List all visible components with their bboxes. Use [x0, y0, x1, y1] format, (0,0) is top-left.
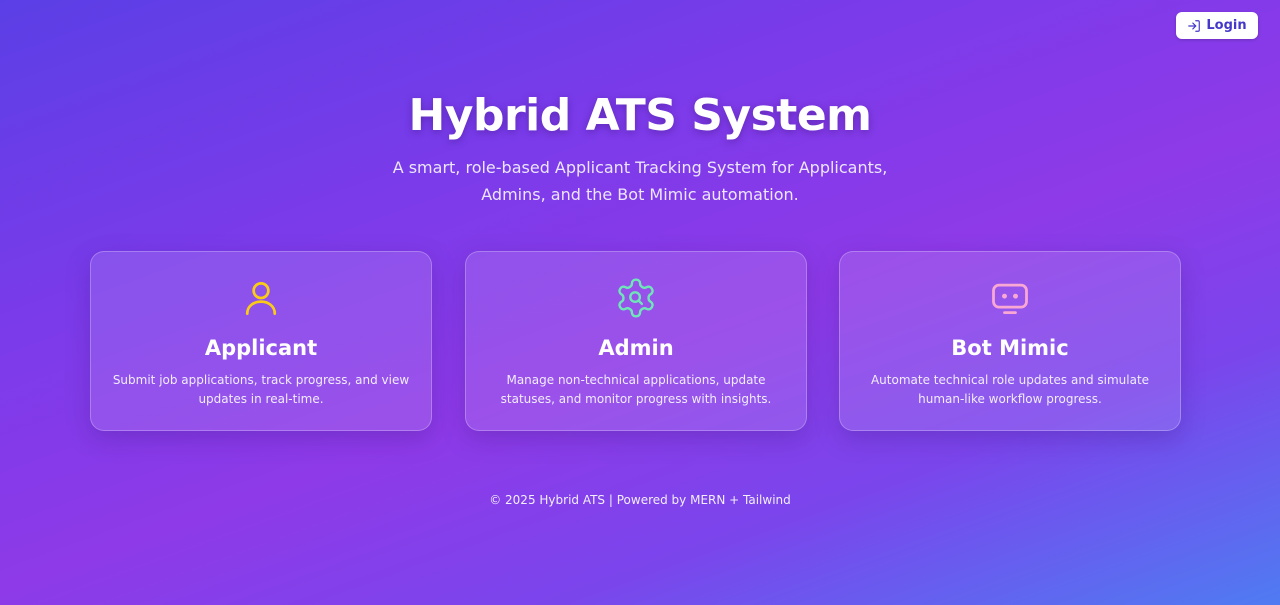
user-icon	[91, 276, 431, 320]
bot-mimic-card-description: Automate technical role updates and simu…	[870, 373, 1150, 406]
footer-text: © 2025 Hybrid ATS | Powered by MERN + Ta…	[489, 493, 791, 507]
page-title: Hybrid ATS System	[408, 90, 872, 141]
gear-icon	[466, 276, 806, 320]
bot-icon	[840, 276, 1180, 320]
admin-card-description: Manage non-technical applications, updat…	[500, 373, 772, 406]
applicant-card-description: Submit job applications, track progress,…	[112, 373, 410, 406]
applicant-card[interactable]: Applicant Submit job applications, track…	[90, 251, 432, 431]
bot-mimic-card-title: Bot Mimic	[951, 336, 1069, 360]
admin-card[interactable]: Admin Manage non-technical applications,…	[465, 251, 807, 431]
admin-card-title: Admin	[598, 336, 674, 360]
bot-mimic-card[interactable]: Bot Mimic Automate technical role update…	[839, 251, 1181, 431]
page-subtitle: A smart, role-based Applicant Tracking S…	[392, 158, 888, 204]
login-label: Login	[1206, 18, 1247, 33]
login-icon	[1187, 19, 1201, 33]
applicant-card-title: Applicant	[204, 336, 318, 360]
login-button[interactable]: Login	[1176, 12, 1258, 39]
